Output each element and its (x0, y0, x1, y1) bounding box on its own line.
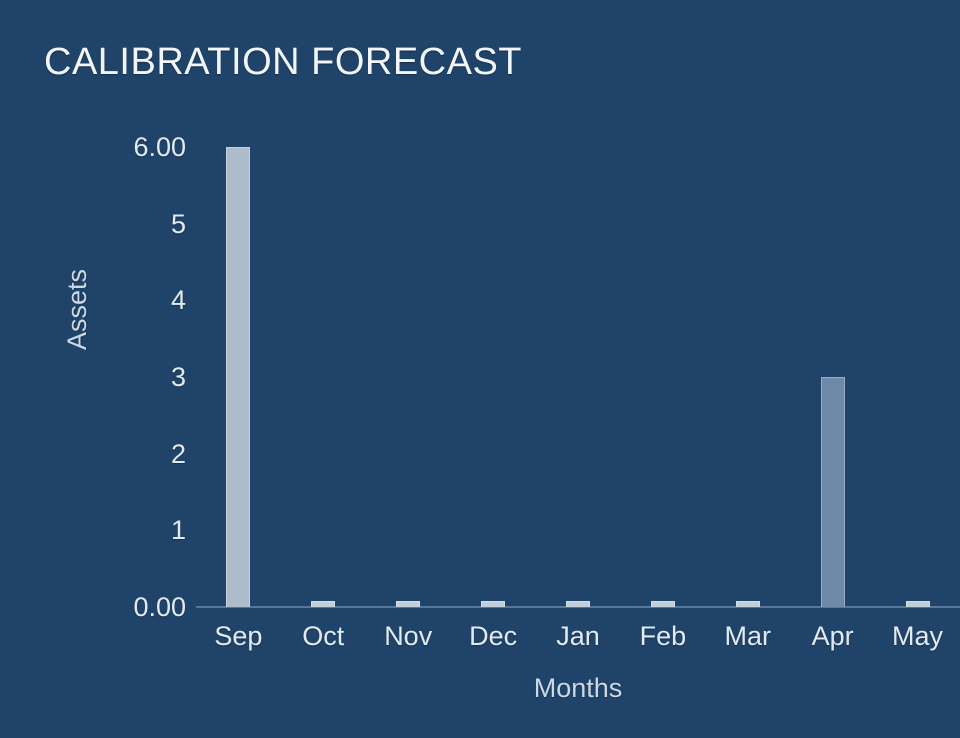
bar-sep[interactable] (226, 147, 251, 607)
x-tick-label: Mar (724, 621, 772, 651)
plot-area (196, 147, 960, 608)
y-tick-label: 6.00 (133, 132, 186, 162)
x-tick-label: Oct (302, 621, 345, 651)
bar-jan[interactable] (566, 600, 590, 607)
x-tick-label: May (892, 621, 944, 651)
y-tick-label: 2 (170, 438, 186, 469)
y-tick-label: 5 (170, 208, 186, 239)
bar-oct[interactable] (311, 600, 336, 607)
y-tick-label: 3 (170, 362, 186, 392)
y-axis-tick-labels: 0.00 1 2 3 4 5 6.00 (0, 134, 186, 621)
x-tick-label: Dec (469, 621, 518, 651)
bar-nov[interactable] (396, 600, 421, 607)
bar-mar[interactable] (735, 600, 760, 607)
x-tick-label: Sep (214, 621, 263, 651)
x-axis-title: Months (533, 673, 623, 703)
bar-feb[interactable] (650, 600, 675, 607)
chart-container: CALIBRATION FORECAST Assets 0.00 1 2 3 4 5 6.0… (0, 0, 960, 738)
bar-apr[interactable] (820, 377, 845, 607)
bar-dec[interactable] (481, 600, 506, 607)
x-tick-label: Apr (811, 621, 854, 651)
bar-may[interactable] (905, 600, 930, 607)
x-tick-label: Jan (556, 621, 600, 651)
y-tick-label: 0.00 (133, 592, 186, 622)
x-axis-tick-labels: Sep Oct Nov Dec Jan Feb Mar Apr May (196, 620, 960, 664)
y-tick-label: 4 (170, 285, 186, 316)
x-tick-label: Feb (639, 621, 687, 651)
x-tick-label: Nov (384, 621, 433, 651)
chart-title: CALIBRATION FORECAST (44, 41, 523, 83)
y-tick-label: 1 (170, 515, 186, 546)
